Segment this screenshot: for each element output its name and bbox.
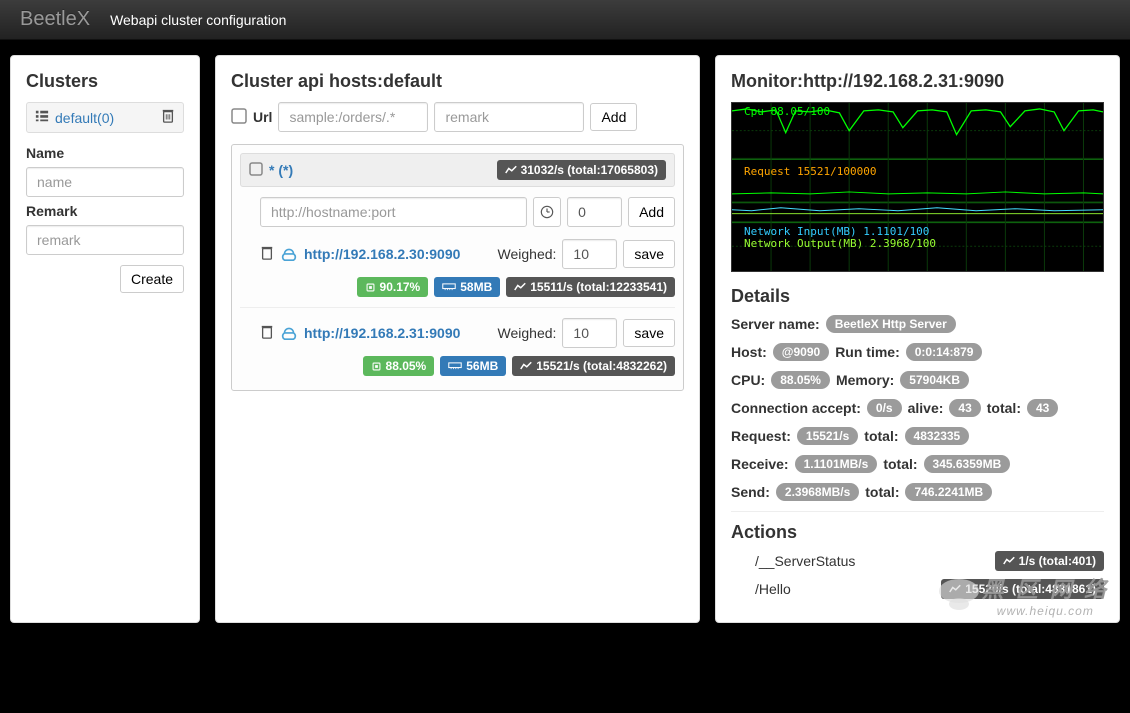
actions-title: Actions — [731, 522, 1104, 543]
host-url[interactable]: http://192.168.2.30:9090 — [304, 246, 492, 262]
add-host-button[interactable]: Add — [628, 197, 675, 227]
remark-input[interactable] — [26, 225, 184, 255]
weighted-label: Weighed: — [498, 325, 557, 341]
host-weight-input[interactable] — [567, 197, 622, 227]
server-icon — [280, 324, 298, 343]
navbar: BeetleX Webapi cluster configuration — [0, 0, 1130, 40]
action-stat-badge: 15520/s (total:4831861) — [941, 579, 1104, 599]
group-name[interactable]: * (*) — [269, 162, 293, 178]
action-path: /__ServerStatus — [755, 553, 855, 569]
cpu-badge: 88.05% — [363, 356, 435, 376]
clock-icon — [533, 197, 561, 227]
mem-badge: 56MB — [440, 356, 506, 376]
monitor-chart: Cpu 88.05/100 Request 15521/100000 Netwo… — [731, 102, 1104, 272]
total-label: total: — [987, 400, 1021, 416]
remark-label: Remark — [26, 203, 184, 219]
conn-label: Connection accept: — [731, 400, 861, 416]
cpu-badge: 90.17% — [357, 277, 429, 297]
chart-req-label: Request 15521/100000 — [744, 165, 876, 178]
monitor-panel: Monitor:http://192.168.2.31:9090 Cpu — [715, 55, 1120, 623]
host-item: http://192.168.2.30:9090 Weighed: save 9… — [240, 239, 675, 297]
server-icon — [280, 245, 298, 264]
hosts-title: Cluster api hosts:default — [231, 71, 684, 92]
host-url-input[interactable] — [260, 197, 527, 227]
chart-cpu-label: Cpu 88.05/100 — [744, 105, 830, 118]
receive-label: Receive: — [731, 456, 789, 472]
rate-badge: 15511/s (total:12233541) — [506, 277, 675, 297]
conn-accept-value: 0/s — [867, 399, 902, 417]
mem-value: 57904KB — [900, 371, 969, 389]
hosts-panel: Cluster api hosts:default Url Add * (*) — [215, 55, 700, 623]
rate-badge: 15521/s (total:4832262) — [512, 356, 675, 376]
receive-total-value: 345.6359MB — [924, 455, 1011, 473]
list-icon — [35, 109, 49, 126]
host-url[interactable]: http://192.168.2.31:9090 — [304, 325, 492, 341]
clusters-title: Clusters — [26, 71, 184, 92]
total-label: total: — [865, 484, 899, 500]
save-button[interactable]: save — [623, 319, 675, 347]
name-label: Name — [26, 145, 184, 161]
send-label: Send: — [731, 484, 770, 500]
delete-host-icon[interactable] — [260, 325, 274, 342]
cluster-item[interactable]: default(0) — [26, 102, 184, 133]
request-value: 15521/s — [797, 427, 858, 445]
delete-cluster-icon[interactable] — [161, 109, 175, 126]
checkbox-icon[interactable] — [231, 108, 247, 127]
conn-total-value: 43 — [1027, 399, 1058, 417]
host-label: Host: — [731, 344, 767, 360]
url-input[interactable] — [278, 102, 428, 132]
request-total-value: 4832335 — [905, 427, 970, 445]
server-name-value: BeetleX Http Server — [826, 315, 956, 333]
nav-link-config[interactable]: Webapi cluster configuration — [110, 12, 286, 28]
group-stats-badge: 31032/s (total:17065803) — [497, 160, 666, 180]
host-value: @9090 — [773, 343, 829, 361]
send-value: 2.3968MB/s — [776, 483, 859, 501]
cpu-label: CPU: — [731, 372, 765, 388]
mem-badge: 58MB — [434, 277, 500, 297]
checkbox-icon[interactable] — [249, 162, 263, 179]
total-label: total: — [883, 456, 917, 472]
mem-label: Memory: — [836, 372, 894, 388]
host-item: http://192.168.2.31:9090 Weighed: save 8… — [240, 318, 675, 376]
server-name-label: Server name: — [731, 316, 820, 332]
save-button[interactable]: save — [623, 240, 675, 268]
url-label: Url — [253, 109, 272, 125]
request-label: Request: — [731, 428, 791, 444]
weighted-label: Weighed: — [498, 246, 557, 262]
action-row: /__ServerStatus 1/s (total:401) — [755, 551, 1104, 571]
alive-label: alive: — [908, 400, 944, 416]
chart-netout-label: Network Output(MB) 2.3968/100 — [744, 237, 936, 250]
monitor-title: Monitor:http://192.168.2.31:9090 — [731, 71, 1104, 92]
url-remark-input[interactable] — [434, 102, 584, 132]
delete-host-icon[interactable] — [260, 246, 274, 263]
action-path: /Hello — [755, 581, 791, 597]
weight-input[interactable] — [562, 318, 617, 348]
receive-value: 1.1101MB/s — [795, 455, 878, 473]
send-total-value: 746.2241MB — [905, 483, 992, 501]
runtime-label: Run time: — [835, 344, 900, 360]
create-button[interactable]: Create — [120, 265, 184, 293]
weight-input[interactable] — [562, 239, 617, 269]
clusters-panel: Clusters default(0) Name Remark Create — [10, 55, 200, 623]
brand: BeetleX — [20, 8, 90, 31]
name-input[interactable] — [26, 167, 184, 197]
host-group: * (*) 31032/s (total:17065803) Add — [231, 144, 684, 391]
alive-value: 43 — [949, 399, 980, 417]
cluster-name: default(0) — [55, 110, 114, 126]
details-title: Details — [731, 286, 1104, 307]
action-stat-badge: 1/s (total:401) — [995, 551, 1104, 571]
total-label: total: — [864, 428, 898, 444]
action-row: /Hello 15520/s (total:4831861) — [755, 579, 1104, 599]
cpu-value: 88.05% — [771, 371, 830, 389]
add-url-button[interactable]: Add — [590, 103, 637, 131]
runtime-value: 0:0:14:879 — [906, 343, 983, 361]
